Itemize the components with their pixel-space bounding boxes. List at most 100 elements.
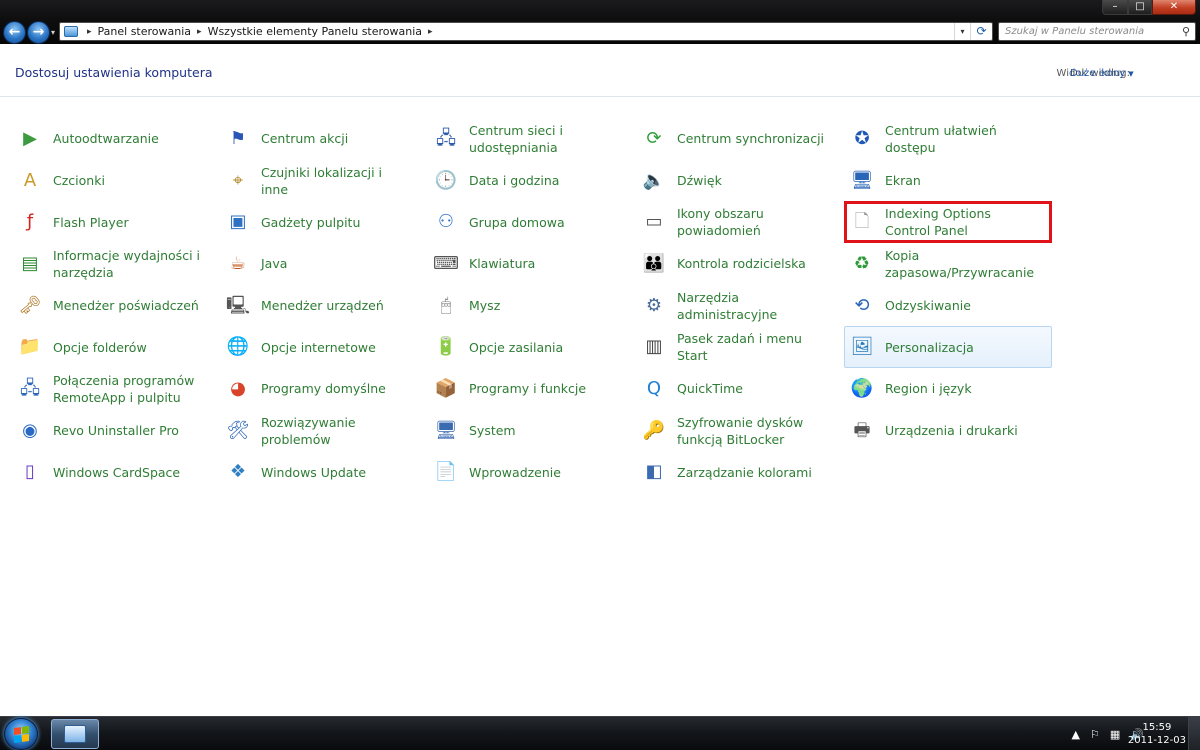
control-panel-item[interactable]: 🔑 Szyfrowanie dysków funkcją BitLocker	[636, 410, 844, 452]
control-panel-item-label[interactable]: Narzędzia administracyjne	[677, 289, 827, 323]
control-panel-item-label[interactable]: Personalizacja	[885, 339, 974, 356]
control-panel-item[interactable]: 🖳 Menedżer urządzeń	[220, 285, 428, 327]
control-panel-item-label[interactable]: Programy domyślne	[261, 380, 386, 397]
control-panel-item[interactable]: 👪 Kontrola rodzicielska	[636, 243, 844, 285]
control-panel-item-label[interactable]: Gadżety pulpitu	[261, 214, 360, 231]
control-panel-item-label[interactable]: Menedżer urządzeń	[261, 297, 384, 314]
maximize-button[interactable]: □	[1128, 0, 1152, 15]
control-panel-item-label[interactable]: Centrum synchronizacji	[677, 130, 824, 147]
control-panel-item-label[interactable]: Java	[261, 255, 287, 272]
control-panel-item[interactable]: ✪ Centrum ułatwień dostępu	[844, 118, 1052, 160]
control-panel-item[interactable]: 📦 Programy i funkcje	[428, 368, 636, 410]
control-panel-item[interactable]: ▶ Autoodtwarzanie	[12, 118, 220, 160]
control-panel-item[interactable]: ⌨ Klawiatura	[428, 243, 636, 285]
control-panel-item-label[interactable]: QuickTime	[677, 380, 743, 397]
control-panel-item-label[interactable]: Centrum sieci i udostępniania	[469, 122, 619, 156]
control-panel-item-label[interactable]: Zarządzanie kolorami	[677, 464, 812, 481]
control-panel-item-label[interactable]: Centrum akcji	[261, 130, 348, 147]
control-panel-item[interactable]: Q QuickTime	[636, 368, 844, 410]
control-panel-item[interactable]: ⚙ Narzędzia administracyjne	[636, 285, 844, 327]
control-panel-item-label[interactable]: Wprowadzenie	[469, 464, 561, 481]
control-panel-item[interactable]: ◧ Zarządzanie kolorami	[636, 452, 844, 494]
control-panel-item-label[interactable]: Centrum ułatwień dostępu	[885, 122, 1035, 156]
taskbar-clock[interactable]: 15:59 2011-12-03	[1128, 721, 1186, 747]
control-panel-item-label[interactable]: Klawiatura	[469, 255, 535, 272]
control-panel-item[interactable]: ☕ Java	[220, 243, 428, 285]
search-icon[interactable]: ⚲	[1177, 25, 1195, 38]
refresh-button[interactable]: ⟳	[970, 23, 992, 40]
control-panel-item-label[interactable]: System	[469, 422, 516, 439]
control-panel-item-label[interactable]: Flash Player	[53, 214, 129, 231]
breadcrumb-separator[interactable]: ▸	[197, 27, 202, 37]
show-hidden-icons-icon[interactable]: ▲	[1072, 728, 1080, 741]
control-panel-item[interactable]: 📄 Wprowadzenie	[428, 452, 636, 494]
address-bar[interactable]: ▸ Panel sterowania ▸ Wszystkie elementy …	[59, 22, 993, 41]
control-panel-item[interactable]: 🖧 Połączenia programów RemoteApp i pulpit…	[12, 368, 220, 410]
control-panel-item-label[interactable]: Połączenia programów RemoteApp i pulpitu	[53, 372, 203, 406]
control-panel-item-label[interactable]: Odzyskiwanie	[885, 297, 971, 314]
control-panel-item[interactable]: 🖼 Personalizacja	[844, 326, 1052, 369]
chevron-down-icon[interactable]: ▼	[1128, 70, 1133, 78]
control-panel-item-label[interactable]: Opcje internetowe	[261, 339, 376, 356]
control-panel-item-label[interactable]: Pasek zadań i menu Start	[677, 330, 827, 364]
control-panel-item-label[interactable]: Menedżer poświadczeń	[53, 297, 199, 314]
control-panel-item-label[interactable]: Data i godzina	[469, 172, 559, 189]
control-panel-item-label[interactable]: Mysz	[469, 297, 500, 314]
control-panel-item-label[interactable]: Windows Update	[261, 464, 366, 481]
view-by-value[interactable]: Duże ikony	[1070, 68, 1125, 79]
control-panel-item-label[interactable]: Opcje zasilania	[469, 339, 563, 356]
address-dropdown-button[interactable]: ▾	[954, 23, 970, 40]
control-panel-item[interactable]: ▯ Windows CardSpace	[12, 452, 220, 494]
close-button[interactable]: ✕	[1152, 0, 1196, 15]
control-panel-item[interactable]: ▭ Ikony obszaru powiadomień	[636, 201, 844, 243]
control-panel-item-label[interactable]: Region i język	[885, 380, 972, 397]
control-panel-item[interactable]: 🖧 Centrum sieci i udostępniania	[428, 118, 636, 160]
control-panel-item-label[interactable]: Informacje wydajności i narzędzia	[53, 247, 203, 281]
control-panel-item[interactable]: 🖥 Ekran	[844, 160, 1052, 202]
minimize-button[interactable]: –	[1102, 0, 1128, 15]
control-panel-item[interactable]: 🌐 Opcje internetowe	[220, 326, 428, 368]
view-by-dropdown[interactable]: Duże ikony ▼	[1070, 68, 1134, 79]
control-panel-item-label[interactable]: Opcje folderów	[53, 339, 147, 356]
control-panel-item[interactable]: 🗋 Indexing Options Control Panel	[844, 201, 1052, 244]
control-panel-item-label[interactable]: Windows CardSpace	[53, 464, 180, 481]
control-panel-item[interactable]: 🗝 Menedżer poświadczeń	[12, 285, 220, 327]
recent-pages-dropdown[interactable]: ▾	[51, 28, 55, 37]
control-panel-item-label[interactable]: Ikony obszaru powiadomień	[677, 205, 827, 239]
control-panel-item-label[interactable]: Grupa domowa	[469, 214, 565, 231]
control-panel-item[interactable]: ◉ Revo Uninstaller Pro	[12, 410, 220, 452]
control-panel-item[interactable]: 🔈 Dźwięk	[636, 160, 844, 202]
network-icon[interactable]: ▦	[1110, 728, 1120, 741]
start-button[interactable]	[4, 718, 38, 750]
control-panel-item[interactable]: 🔋 Opcje zasilania	[428, 326, 636, 368]
breadcrumb-separator[interactable]: ▸	[428, 27, 433, 37]
control-panel-item[interactable]: ❖ Windows Update	[220, 452, 428, 494]
control-panel-item[interactable]: 📁 Opcje folderów	[12, 326, 220, 368]
control-panel-item-label[interactable]: Revo Uninstaller Pro	[53, 422, 179, 439]
control-panel-item[interactable]: A Czcionki	[12, 160, 220, 202]
control-panel-item[interactable]: ⚇ Grupa domowa	[428, 201, 636, 243]
control-panel-item-label[interactable]: Szyfrowanie dysków funkcją BitLocker	[677, 414, 827, 448]
control-panel-item-label[interactable]: Programy i funkcje	[469, 380, 586, 397]
control-panel-item[interactable]: ƒ Flash Player	[12, 201, 220, 243]
action-center-flag-icon[interactable]: ⚐	[1090, 728, 1100, 741]
taskbar-control-panel-button[interactable]	[51, 719, 99, 749]
control-panel-item-label[interactable]: Dźwięk	[677, 172, 722, 189]
control-panel-item[interactable]: ♻ Kopia zapasowa/Przywracanie	[844, 243, 1052, 285]
control-panel-item-label[interactable]: Ekran	[885, 172, 921, 189]
control-panel-item[interactable]: ⟳ Centrum synchronizacji	[636, 118, 844, 160]
breadcrumb-separator[interactable]: ▸	[87, 27, 92, 37]
search-box[interactable]: ⚲	[998, 22, 1196, 41]
control-panel-item-label[interactable]: Czcionki	[53, 172, 105, 189]
control-panel-item[interactable]: ◕ Programy domyślne	[220, 368, 428, 410]
control-panel-item[interactable]: 🌍 Region i język	[844, 368, 1052, 410]
show-desktop-button[interactable]	[1188, 717, 1200, 750]
control-panel-item[interactable]: ⌖ Czujniki lokalizacji i inne	[220, 160, 428, 202]
control-panel-item[interactable]: ⚑ Centrum akcji	[220, 118, 428, 160]
breadcrumb-control-panel[interactable]: Panel sterowania	[98, 25, 192, 38]
control-panel-item-label[interactable]: Rozwiązywanie problemów	[261, 414, 411, 448]
search-input[interactable]	[999, 23, 1177, 40]
control-panel-item[interactable]: 🖱 Mysz	[428, 285, 636, 327]
control-panel-item[interactable]: ▥ Pasek zadań i menu Start	[636, 326, 844, 368]
control-panel-item[interactable]: 🕒 Data i godzina	[428, 160, 636, 202]
